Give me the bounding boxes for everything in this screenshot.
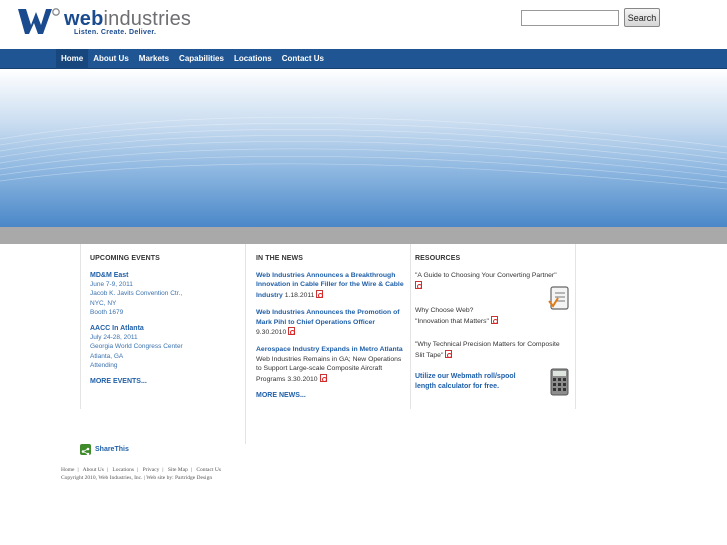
news-heading: IN THE NEWS [256, 255, 303, 262]
events-column: UPCOMING EVENTS MD&M East June 7-9, 2011… [90, 244, 240, 385]
event-city: NYC, NY [90, 299, 117, 307]
nav-item-home[interactable]: Home [56, 49, 89, 69]
logo-tagline: Listen. Create. Deliver. [74, 29, 157, 36]
divider [245, 244, 246, 444]
event-item[interactable]: AACC In Atlanta July 24-28, 2011 Georgia… [90, 324, 240, 370]
hero-bottom-band [0, 227, 727, 244]
news-title-link[interactable]: Aerospace Industry Expands in Metro Atla… [256, 346, 403, 353]
event-date: July 24-28, 2011 [90, 334, 138, 342]
resource-item[interactable]: "Why Technical Precision Matters for Com… [415, 340, 571, 360]
resource-title[interactable]: Why Choose Web? [415, 307, 473, 314]
news-item: Web Industries Announces a Breakthrough … [256, 271, 406, 300]
search-input[interactable] [521, 10, 619, 26]
event-title[interactable]: AACC In Atlanta [90, 324, 240, 333]
nav-item-locations[interactable]: Locations [229, 49, 277, 69]
footer-links: Home | About Us | Locations | Privacy | Site… [61, 467, 221, 473]
resource-title[interactable]: "A Guide to Choosing Your Converting Par… [415, 272, 557, 279]
footer-link-about-us[interactable]: About Us [83, 467, 104, 473]
news-date: 1.18.2011 [282, 291, 315, 299]
calculator-link[interactable]: Utilize our Webmath roll/spool length ca… [415, 372, 527, 391]
pdf-icon[interactable] [319, 373, 327, 382]
site-logo[interactable]: webindustries Listen. Create. Deliver. [17, 6, 192, 40]
share-this-button[interactable]: ShareThis [80, 444, 129, 456]
event-city: Atlanta, GA [90, 352, 124, 360]
pdf-icon[interactable] [490, 315, 498, 324]
footer: Home | About Us | Locations | Privacy | Site… [61, 466, 221, 482]
more-events-link[interactable]: MORE EVENTS... [90, 378, 240, 385]
news-item: Web Industries Announces the Promotion o… [256, 308, 406, 337]
event-title[interactable]: MD&M East [90, 271, 240, 280]
nav-item-about-us[interactable]: About Us [88, 49, 134, 69]
resources-heading: RESOURCES [415, 255, 461, 262]
event-venue: Jacob K. Javits Convention Ctr., [90, 290, 183, 298]
event-date: June 7-9, 2011 [90, 281, 133, 289]
event-item[interactable]: MD&M East June 7-9, 2011 Jacob K. Javits… [90, 271, 240, 317]
hero-wave-graphic [0, 117, 727, 190]
resource-title[interactable]: "Innovation that Matters" [415, 318, 489, 325]
news-item: Aerospace Industry Expands in Metro Atla… [256, 345, 406, 384]
more-news-link[interactable]: MORE NEWS... [256, 392, 406, 399]
resource-item[interactable]: Why Choose Web? [415, 306, 535, 316]
logo-wordmark: webindustries [64, 8, 192, 30]
pdf-icon[interactable] [445, 349, 453, 358]
calculator-icon[interactable] [550, 368, 569, 398]
resource-item[interactable]: "Innovation that Matters" [415, 315, 571, 327]
document-check-icon[interactable] [548, 286, 570, 312]
divider [575, 244, 576, 409]
event-booth: Booth 1679 [90, 308, 124, 316]
main-nav: Home About Us Markets Capabilities Locat… [0, 49, 727, 69]
nav-item-markets[interactable]: Markets [134, 49, 174, 69]
hero-banner [0, 69, 727, 227]
resources-column: RESOURCES "A Guide to Choosing Your Conv… [415, 244, 571, 391]
resource-title[interactable]: "Why Technical Precision Matters for Com… [415, 341, 560, 359]
share-icon [80, 444, 91, 456]
news-summary: Web Industries Remains in GA; New Operat… [256, 355, 402, 383]
event-status: Attending [90, 361, 118, 369]
events-heading: UPCOMING EVENTS [90, 255, 160, 262]
footer-link-site-map[interactable]: Site Map [168, 467, 188, 473]
divider [80, 244, 81, 409]
footer-link-locations[interactable]: Locations [112, 467, 134, 473]
news-column: IN THE NEWS Web Industries Announces a B… [256, 244, 406, 399]
news-title-link[interactable]: Web Industries Announces the Promotion o… [256, 309, 400, 325]
footer-link-home[interactable]: Home [61, 467, 74, 473]
search-button[interactable]: Search [624, 8, 660, 27]
logo-w-mark [18, 8, 60, 34]
nav-item-contact-us[interactable]: Contact Us [277, 49, 329, 69]
share-label: ShareThis [95, 446, 129, 453]
footer-link-contact-us[interactable]: Contact Us [196, 467, 221, 473]
pdf-icon[interactable] [316, 289, 324, 298]
pdf-icon[interactable] [288, 327, 296, 336]
nav-item-capabilities[interactable]: Capabilities [174, 49, 229, 69]
pdf-icon[interactable] [415, 280, 422, 289]
copyright-text: Copyright 2010, Web Industries, Inc. | W… [61, 475, 213, 481]
news-title-link[interactable]: Web Industries Announces a Breakthrough … [256, 272, 404, 299]
news-date: 9.30.2010 [256, 329, 287, 337]
event-venue: Georgia World Congress Center [90, 343, 183, 351]
divider [410, 244, 411, 409]
footer-link-privacy[interactable]: Privacy [143, 467, 160, 473]
